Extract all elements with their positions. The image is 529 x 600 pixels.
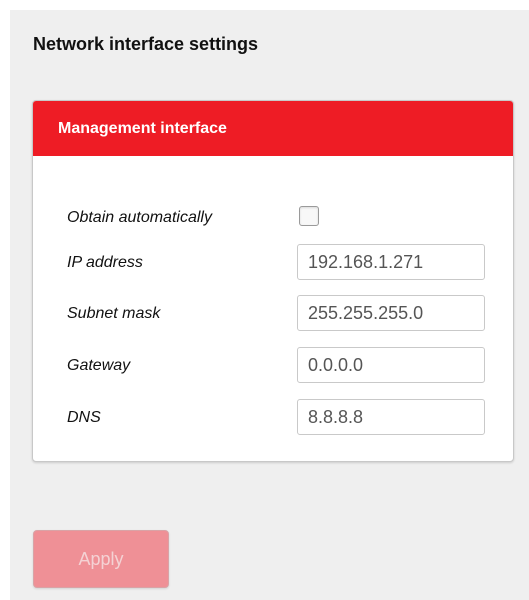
subnet-mask-row: Subnet mask	[33, 295, 513, 335]
ip-address-label: IP address	[67, 254, 143, 271]
dns-row: DNS	[33, 399, 513, 439]
ip-address-row: IP address	[33, 244, 513, 284]
panel-header: Management interface	[33, 101, 513, 156]
page-title: Network interface settings	[33, 34, 259, 54]
settings-page: Network interface settings Management in…	[10, 10, 529, 600]
dns-field[interactable]	[297, 399, 485, 435]
management-interface-panel: Management interface Obtain automaticall…	[32, 100, 514, 462]
subnet-mask-label: Subnet mask	[67, 305, 161, 322]
ip-address-field[interactable]	[297, 244, 485, 280]
gateway-field[interactable]	[297, 347, 485, 383]
subnet-mask-field[interactable]	[297, 295, 485, 331]
obtain-automatically-row: Obtain automatically	[33, 198, 513, 238]
gateway-label: Gateway	[67, 357, 131, 374]
dns-label: DNS	[67, 409, 101, 426]
apply-button[interactable]: Apply	[33, 530, 169, 588]
obtain-automatically-label: Obtain automatically	[67, 209, 212, 226]
gateway-row: Gateway	[33, 347, 513, 387]
obtain-automatically-checkbox[interactable]	[299, 206, 319, 226]
